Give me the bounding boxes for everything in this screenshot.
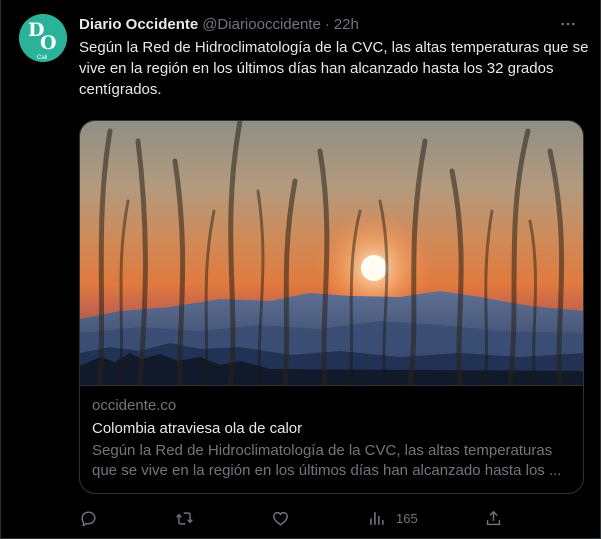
svg-text:Cali: Cali	[37, 55, 47, 61]
action-bar: 165	[79, 507, 509, 529]
card-description: Según la Red de Hidroclimatología de la …	[92, 442, 562, 479]
views-icon	[370, 511, 384, 525]
tweet-time[interactable]: 22h	[334, 16, 359, 33]
card-title: Colombia atraviesa ola de calor	[92, 420, 303, 437]
author-name[interactable]: Diario Occidente	[79, 16, 198, 33]
views-button[interactable]: 165	[367, 507, 418, 529]
card-body[interactable]: occidente.co Colombia atraviesa ola de c…	[80, 385, 583, 493]
author-handle[interactable]: @Diariooccidente	[202, 16, 321, 33]
share-icon	[486, 510, 501, 525]
share-button[interactable]	[484, 507, 503, 529]
svg-text:O: O	[40, 32, 57, 54]
retweet-icon	[176, 511, 193, 525]
separator-dot: ·	[324, 15, 330, 33]
card-domain: occidente.co	[92, 397, 177, 414]
more-icon	[561, 22, 575, 26]
retweet-button[interactable]	[175, 507, 194, 529]
avatar-logo: D O Cali	[19, 14, 67, 62]
avatar[interactable]: D O Cali	[19, 14, 67, 62]
like-button[interactable]	[271, 507, 290, 529]
tweet[interactable]: D O Cali Diario Occidente @Diarioocciden…	[0, 0, 601, 539]
tweet-header: Diario Occidente @Diariooccidente · 22h	[79, 14, 580, 34]
views-count: 165	[396, 510, 418, 526]
link-card[interactable]: occidente.co Colombia atraviesa ola de c…	[79, 120, 584, 494]
reply-icon	[81, 510, 96, 526]
tweet-text: Según la Red de Hidroclimatología de la …	[79, 39, 589, 98]
reply-button[interactable]	[79, 507, 98, 529]
card-image[interactable]	[80, 121, 583, 385]
like-icon	[273, 511, 288, 526]
sunset-photo	[80, 121, 583, 385]
more-button[interactable]	[556, 14, 580, 34]
